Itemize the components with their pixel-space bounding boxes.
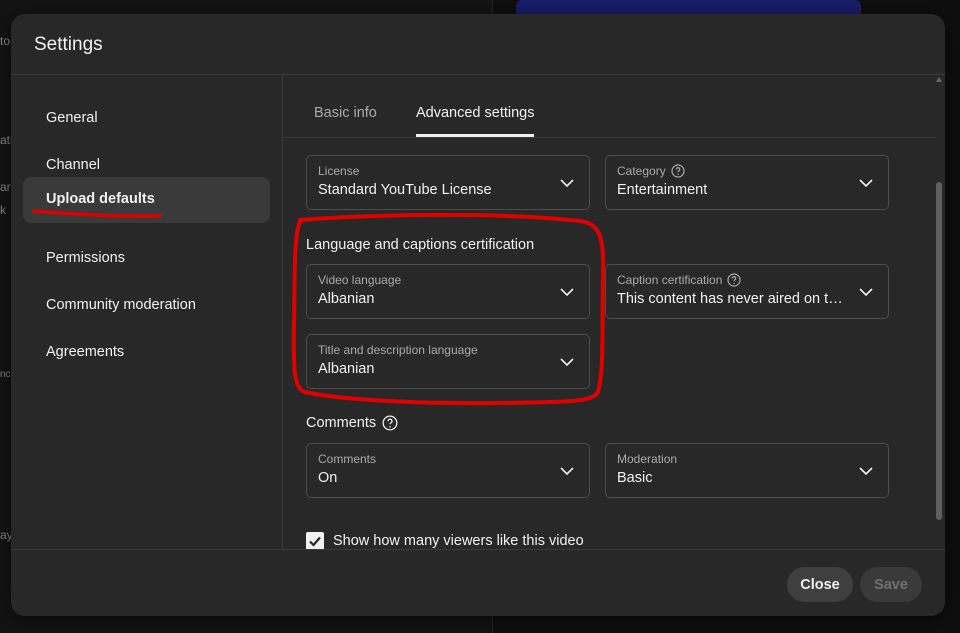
sidebar-item-community-moderation[interactable]: Community moderation [23, 283, 270, 329]
field-label: Caption certification [617, 273, 723, 287]
field-label: Video language [318, 273, 402, 287]
sidebar-item-label: Agreements [46, 344, 125, 360]
field-value: This content has never aired on televisi… [617, 291, 849, 307]
help-icon[interactable] [671, 164, 685, 178]
background-thumbnail [516, 0, 861, 14]
comments-select[interactable]: Comments On [306, 443, 590, 498]
settings-dialog: Settings General Channel Upload defaults… [11, 14, 945, 616]
field-value: Standard YouTube License [318, 182, 492, 198]
background-text: ay [0, 528, 11, 542]
sidebar-item-agreements[interactable]: Agreements [23, 330, 270, 376]
field-value: On [318, 470, 338, 486]
field-label: Moderation [617, 452, 678, 466]
chevron-down-icon [859, 467, 873, 476]
chevron-down-icon [560, 288, 574, 297]
chevron-down-icon [560, 358, 574, 367]
field-label-row: Category [617, 164, 685, 178]
field-label-row: Caption certification [617, 273, 741, 287]
settings-sidebar: General Channel Upload defaults Permissi… [11, 75, 283, 563]
background-text: nc [0, 369, 11, 380]
section-title-text: Comments [306, 415, 377, 431]
field-label: Category [617, 164, 666, 178]
content-scrollbar[interactable] [935, 75, 945, 563]
field-value: Basic [617, 470, 653, 486]
sidebar-item-permissions[interactable]: Permissions [23, 236, 270, 282]
show-likes-label: Show how many viewers like this video [333, 533, 584, 549]
field-value: Albanian [318, 291, 375, 307]
license-select[interactable]: License Standard YouTube License [306, 155, 590, 210]
video-language-select[interactable]: Video language Albanian [306, 264, 590, 319]
dialog-title: Settings [34, 34, 103, 55]
section-title-language: Language and captions certification [306, 237, 535, 253]
field-label: Title and description language [318, 343, 478, 357]
sidebar-item-label: Permissions [46, 250, 125, 266]
sidebar-item-label: Community moderation [46, 297, 196, 313]
moderation-select[interactable]: Moderation Basic [605, 443, 889, 498]
background-text: to [0, 34, 11, 48]
background-text: k [0, 203, 6, 217]
scrollbar-thumb[interactable] [936, 182, 942, 520]
chevron-down-icon [560, 467, 574, 476]
sidebar-item-label: General [46, 110, 98, 126]
close-button[interactable]: Close [787, 567, 853, 602]
chevron-down-icon [859, 288, 873, 297]
active-tab-indicator [416, 134, 534, 137]
help-icon[interactable] [727, 273, 741, 287]
help-icon[interactable] [382, 415, 398, 431]
tab-advanced-settings[interactable]: Advanced settings [416, 105, 535, 121]
dialog-footer: Close Save [11, 549, 945, 616]
sidebar-item-label: Upload defaults [46, 191, 155, 207]
scroll-up-arrow-icon[interactable] [936, 77, 942, 82]
field-label: License [318, 164, 360, 178]
save-button[interactable]: Save [860, 567, 922, 602]
field-value: Entertainment [617, 182, 708, 198]
checkmark-icon [309, 536, 321, 547]
tab-basic-info[interactable]: Basic info [314, 105, 377, 121]
sidebar-item-upload-defaults[interactable]: Upload defaults [23, 177, 270, 223]
chevron-down-icon [859, 179, 873, 188]
field-label: Comments [318, 452, 377, 466]
sidebar-item-general[interactable]: General [23, 96, 270, 142]
dialog-header: Settings [11, 14, 945, 75]
sidebar-item-label: Channel [46, 157, 101, 173]
caption-certification-select[interactable]: Caption certification This content has n… [605, 264, 889, 319]
category-select[interactable]: Category Entertainment [605, 155, 889, 210]
background-text: ati [0, 133, 11, 147]
settings-content: Basic info Advanced settings License Sta… [284, 75, 945, 563]
show-likes-checkbox[interactable] [306, 532, 324, 550]
field-value: Albanian [318, 361, 375, 377]
section-title-comments: Comments [306, 415, 398, 431]
background-text: ar [0, 180, 11, 194]
tab-bar: Basic info Advanced settings [284, 75, 936, 138]
chevron-down-icon [560, 179, 574, 188]
title-description-language-select[interactable]: Title and description language Albanian [306, 334, 590, 389]
